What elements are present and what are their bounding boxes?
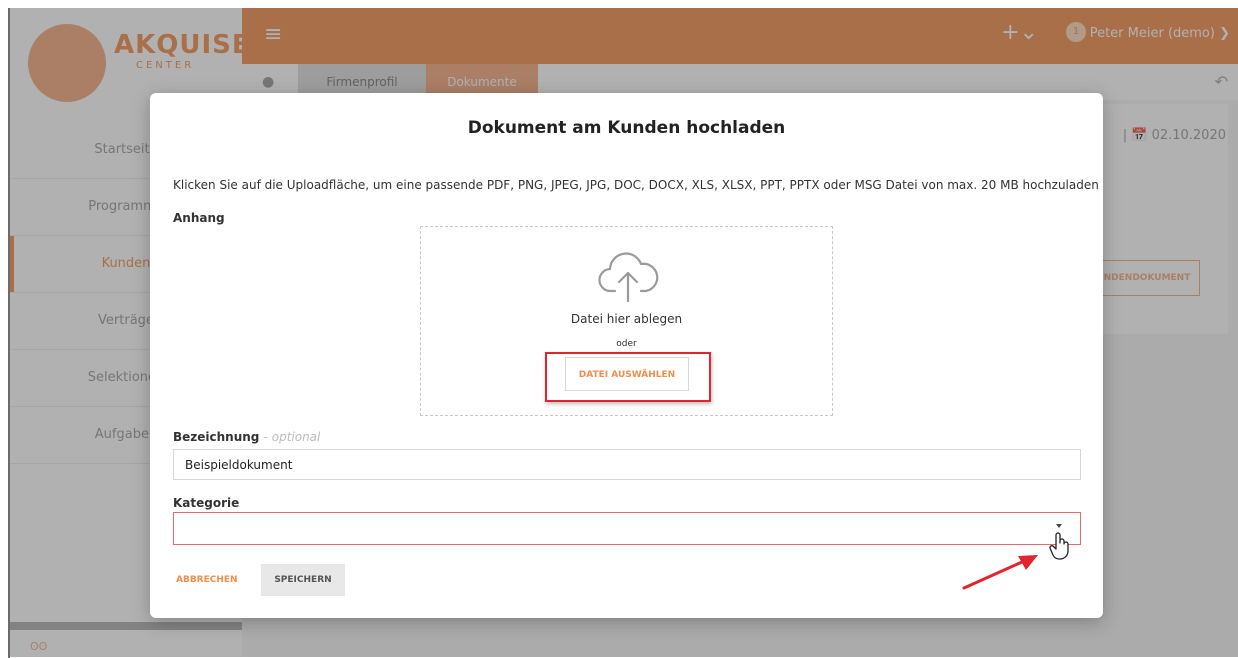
chevron-down-icon[interactable] [1056, 524, 1062, 528]
cloud-upload-icon [598, 252, 659, 303]
upload-dropzone[interactable]: Datei hier ablegen oder DATEI AUSWÄHLEN [420, 226, 833, 416]
optional-hint: - optional [263, 430, 321, 444]
category-label: Kategorie [173, 496, 240, 510]
annotation-arrow-icon [962, 555, 1038, 590]
cancel-button[interactable]: ABBRECHEN [176, 564, 238, 596]
category-select[interactable] [173, 512, 1081, 545]
dialog-title: Dokument am Kunden hochladen [467, 118, 786, 138]
upload-dialog: Dokument am Kunden hochladen Klicken Sie… [150, 93, 1103, 618]
drop-text: Datei hier ablegen [570, 312, 683, 326]
name-input[interactable]: Beispieldokument [173, 449, 1081, 480]
or-text: oder [616, 339, 637, 349]
name-label: Bezeichnung - optional [173, 430, 320, 444]
dialog-description: Klicken Sie auf die Uploadfläche, um ein… [173, 178, 1099, 192]
save-button[interactable]: SPEICHERN [261, 564, 345, 596]
name-label-text: Bezeichnung [173, 430, 260, 444]
choose-file-button[interactable]: DATEI AUSWÄHLEN [565, 357, 689, 391]
attachment-label: Anhang [173, 211, 225, 225]
hand-cursor-icon [1049, 532, 1069, 560]
